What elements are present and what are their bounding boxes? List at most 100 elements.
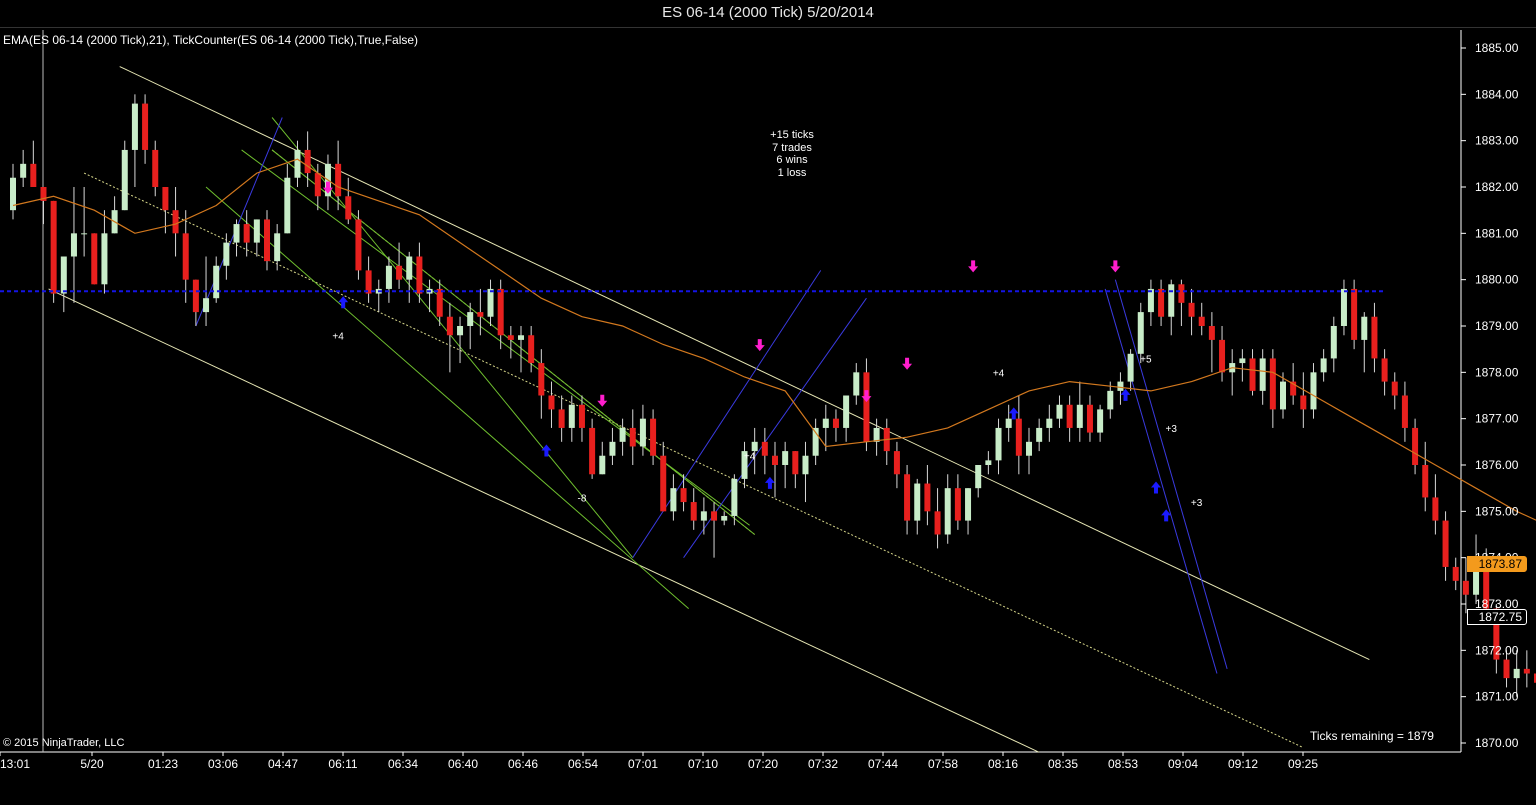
time-tick-label: 07:10 <box>688 757 718 771</box>
candle-down <box>446 316 453 336</box>
candle-up <box>233 224 240 243</box>
candle-down <box>1452 566 1459 581</box>
candle-down <box>1208 326 1215 340</box>
price-tick-label: 1885.00 <box>1475 41 1519 55</box>
price-tick-label: 1881.00 <box>1475 226 1519 240</box>
candle-down <box>558 409 565 428</box>
last-price-tag: 1872.75 <box>1467 609 1527 625</box>
time-tick-label: 07:44 <box>868 757 898 771</box>
stats-trades: 7 trades <box>772 141 812 154</box>
candle-up <box>731 478 738 516</box>
candle-down <box>91 233 98 285</box>
candle-down <box>528 335 535 364</box>
candle-up <box>1127 353 1134 382</box>
time-tick-label: 08:16 <box>988 757 1018 771</box>
candle-down <box>772 455 778 465</box>
buy-exit-arrow <box>764 476 775 489</box>
candle-down <box>548 395 555 410</box>
fan-blue-right-1 <box>1104 288 1218 674</box>
candle-down <box>660 455 667 512</box>
candle-up <box>457 326 464 336</box>
candle-up <box>1259 358 1266 391</box>
candle-up <box>619 427 626 442</box>
trade-result-label: +5 <box>1140 354 1152 365</box>
candle-up <box>131 103 138 150</box>
sell-entry-arrow <box>902 357 913 370</box>
sell-entry-arrow <box>968 260 979 273</box>
candle-down <box>893 451 900 475</box>
candle-up <box>700 511 707 521</box>
candle-down <box>954 488 961 521</box>
time-tick-label: 06:34 <box>388 757 418 771</box>
price-tick-label: 1882.00 <box>1475 180 1519 194</box>
candle-up <box>975 465 982 489</box>
candle-down <box>314 173 321 197</box>
buy-exit-arrow <box>338 296 349 309</box>
candle-down <box>142 103 149 150</box>
candle-up <box>995 427 1002 461</box>
candle-down <box>629 427 636 447</box>
candle-down <box>355 219 362 271</box>
candle-down <box>30 163 37 187</box>
indicator-label: EMA(ES 06-14 (2000 Tick),21), TickCounte… <box>3 33 419 47</box>
candle-up <box>121 149 128 211</box>
candle-up <box>406 256 413 280</box>
candle-up <box>518 335 524 340</box>
candle-up <box>1046 418 1053 428</box>
candle-down <box>1462 580 1469 595</box>
candle-up <box>782 451 789 465</box>
price-tick-label: 1876.00 <box>1475 458 1519 472</box>
candle-down <box>589 427 596 475</box>
sell-entry-arrow <box>1110 260 1121 273</box>
candle-up <box>253 219 260 243</box>
candle-up <box>1330 326 1337 359</box>
time-tick-label: 5/20 <box>80 757 104 771</box>
candle-up <box>1147 288 1154 313</box>
candle-down <box>507 335 514 340</box>
candle-down <box>1219 339 1226 373</box>
candle-up <box>1056 404 1063 419</box>
candle-up <box>101 233 108 285</box>
candle-up <box>1076 404 1083 428</box>
candle-down <box>436 288 443 317</box>
time-tick-label: 06:46 <box>508 757 538 771</box>
candle-up <box>802 455 809 475</box>
candle-up <box>609 441 616 456</box>
candle-up <box>60 256 67 294</box>
stats-losses: 1 loss <box>777 166 807 179</box>
candle-up <box>965 488 972 521</box>
price-tick-label: 1877.00 <box>1475 412 1519 426</box>
time-tick-label: 04:47 <box>268 757 298 771</box>
ticks-remaining-counter: Ticks remaining = 1879 <box>1310 729 1434 743</box>
price-tick-label: 1872.00 <box>1475 643 1519 657</box>
candle-down <box>1300 395 1307 410</box>
candle-up <box>639 418 646 447</box>
time-tick-label: 08:53 <box>1108 757 1138 771</box>
candle-down <box>345 196 352 220</box>
trade-markers: +4 -8 +4 +4 +5 +3 +3 <box>322 181 1203 522</box>
candle-down <box>192 279 199 313</box>
candle-down <box>243 224 250 243</box>
candle-down <box>578 404 585 428</box>
candle-down <box>1086 404 1093 433</box>
candle-up <box>1280 381 1286 410</box>
candle-down <box>650 418 657 456</box>
candle-up <box>223 242 230 266</box>
candle-down <box>365 270 372 294</box>
candle-up <box>294 149 301 178</box>
price-tick-label: 1884.00 <box>1475 87 1519 101</box>
price-tick-label: 1883.00 <box>1475 134 1519 148</box>
time-tick-label: 13:01 <box>0 757 30 771</box>
price-axis[interactable]: 1885.00 1884.00 1883.00 1882.00 1881.00 1880.… <box>1461 41 1519 750</box>
candle-up <box>843 395 850 428</box>
channel-lower-line <box>48 288 1040 753</box>
candle-down <box>1371 316 1378 359</box>
candle-down <box>1401 395 1408 428</box>
candlestick-chart[interactable]: +4 -8 +4 +4 +5 +3 +3 1885.00 1884.00 1883.00 1882… <box>0 0 1536 805</box>
candle-down <box>264 219 270 262</box>
price-tick-label: 1880.00 <box>1475 273 1519 287</box>
candle-down <box>497 288 504 336</box>
candle-up <box>1310 372 1317 410</box>
candle-down <box>1381 358 1388 382</box>
time-axis[interactable]: 13:01 5/20 01:23 03:06 04:47 06:11 06:34 06:40 0… <box>0 752 1318 771</box>
